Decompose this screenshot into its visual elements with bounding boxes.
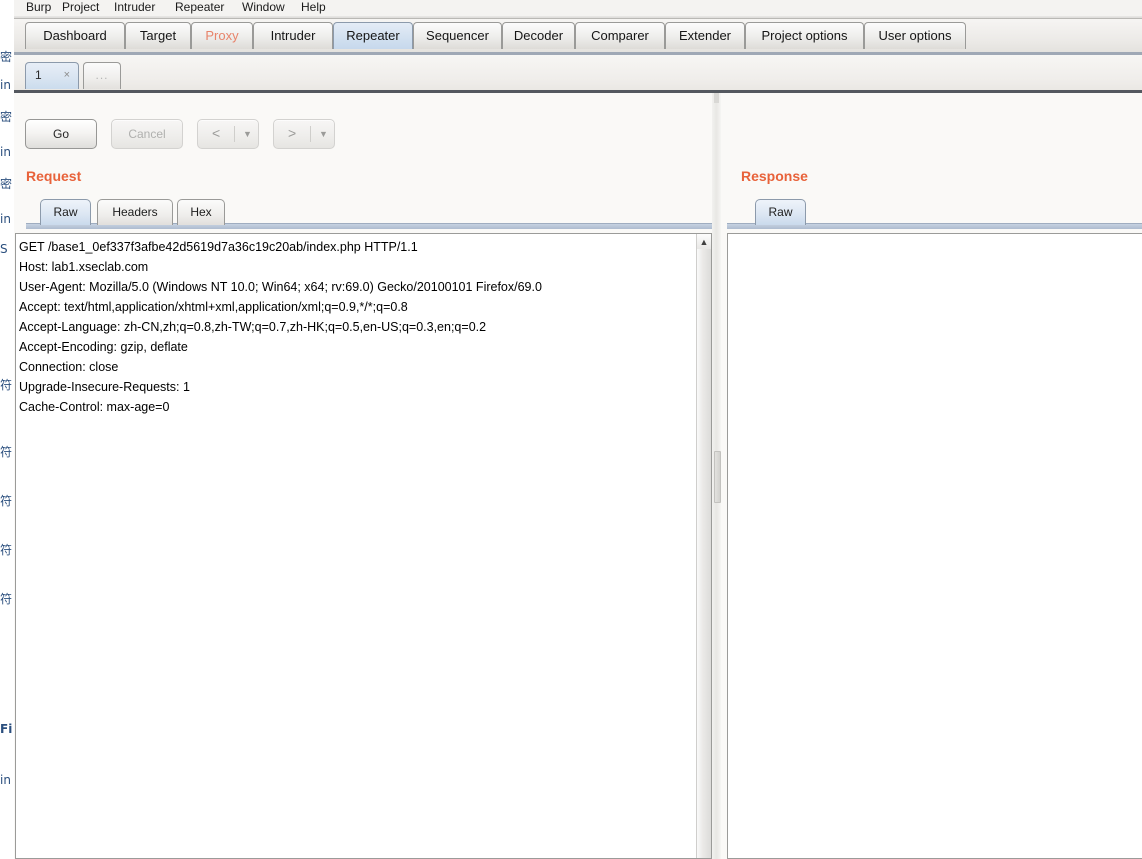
close-icon[interactable]: ×: [64, 63, 70, 88]
tab-project-options[interactable]: Project options: [745, 22, 864, 49]
tab-target[interactable]: Target: [125, 22, 191, 49]
menu-item-project[interactable]: Project: [58, 0, 103, 16]
request-editor[interactable]: GET /base1_0ef337f3afbe42d5619d7a36c19c2…: [15, 233, 712, 859]
tab-dashboard[interactable]: Dashboard: [25, 22, 125, 49]
tab-user-options[interactable]: User options: [864, 22, 966, 49]
menu-item-intruder[interactable]: Intruder: [110, 0, 159, 16]
repeater-tab-bar: 1 × ...: [14, 55, 1142, 92]
menu-bar: Burp Project Intruder Repeater Window He…: [14, 0, 1142, 16]
repeater-panel: Go Cancel < ▼ > ▼ Request Raw Headers He…: [14, 93, 1142, 859]
splitter-grip[interactable]: [714, 451, 721, 503]
ellipsis-icon: ...: [95, 68, 109, 82]
main-tab-bar: Dashboard Target Proxy Intruder Repeater…: [14, 19, 1142, 55]
chevron-left-icon: <: [212, 125, 221, 141]
request-body-text[interactable]: GET /base1_0ef337f3afbe42d5619d7a36c19c2…: [19, 237, 695, 417]
tab-repeater[interactable]: Repeater: [333, 22, 413, 49]
splitter-cap: [714, 93, 719, 103]
tab-proxy[interactable]: Proxy: [191, 22, 253, 49]
repeater-tab-1[interactable]: 1 ×: [25, 62, 79, 89]
scroll-up-icon[interactable]: ▲: [697, 234, 711, 249]
burp-suite-window: Burp Project Intruder Repeater Window He…: [14, 0, 1142, 859]
request-tab-raw[interactable]: Raw: [40, 199, 91, 225]
tab-extender[interactable]: Extender: [665, 22, 745, 49]
chevron-down-icon[interactable]: ▼: [243, 130, 252, 139]
tab-decoder[interactable]: Decoder: [502, 22, 575, 49]
menu-item-window[interactable]: Window: [238, 0, 289, 16]
button-divider: [310, 126, 311, 142]
menu-item-help[interactable]: Help: [297, 0, 330, 16]
panel-splitter[interactable]: [712, 93, 721, 859]
forward-button[interactable]: > ▼: [273, 119, 335, 149]
tab-sequencer[interactable]: Sequencer: [413, 22, 502, 49]
request-vertical-scrollbar[interactable]: ▲: [696, 234, 711, 858]
tab-comparer[interactable]: Comparer: [575, 22, 665, 49]
chevron-right-icon: >: [288, 125, 297, 141]
chevron-down-icon[interactable]: ▼: [319, 130, 328, 139]
request-tab-hex[interactable]: Hex: [177, 199, 225, 225]
response-editor[interactable]: [727, 233, 1142, 859]
tab-intruder[interactable]: Intruder: [253, 22, 333, 49]
request-title: Request: [26, 168, 82, 184]
response-tab-raw[interactable]: Raw: [755, 199, 806, 225]
menu-item-repeater[interactable]: Repeater: [171, 0, 228, 16]
response-title: Response: [741, 168, 808, 184]
response-tab-bar: Raw: [727, 199, 1142, 229]
request-tab-bar: Raw Headers Hex: [26, 199, 712, 229]
go-button[interactable]: Go: [25, 119, 97, 149]
back-button[interactable]: < ▼: [197, 119, 259, 149]
repeater-tab-new[interactable]: ...: [83, 62, 121, 89]
menu-bar-divider: [14, 16, 1142, 19]
cancel-button[interactable]: Cancel: [111, 119, 183, 149]
request-tab-headers[interactable]: Headers: [97, 199, 173, 225]
repeater-tab-label: 1: [35, 68, 42, 82]
menu-item-burp[interactable]: Burp: [22, 0, 55, 16]
button-divider: [234, 126, 235, 142]
scrollbar-track[interactable]: [697, 249, 711, 858]
